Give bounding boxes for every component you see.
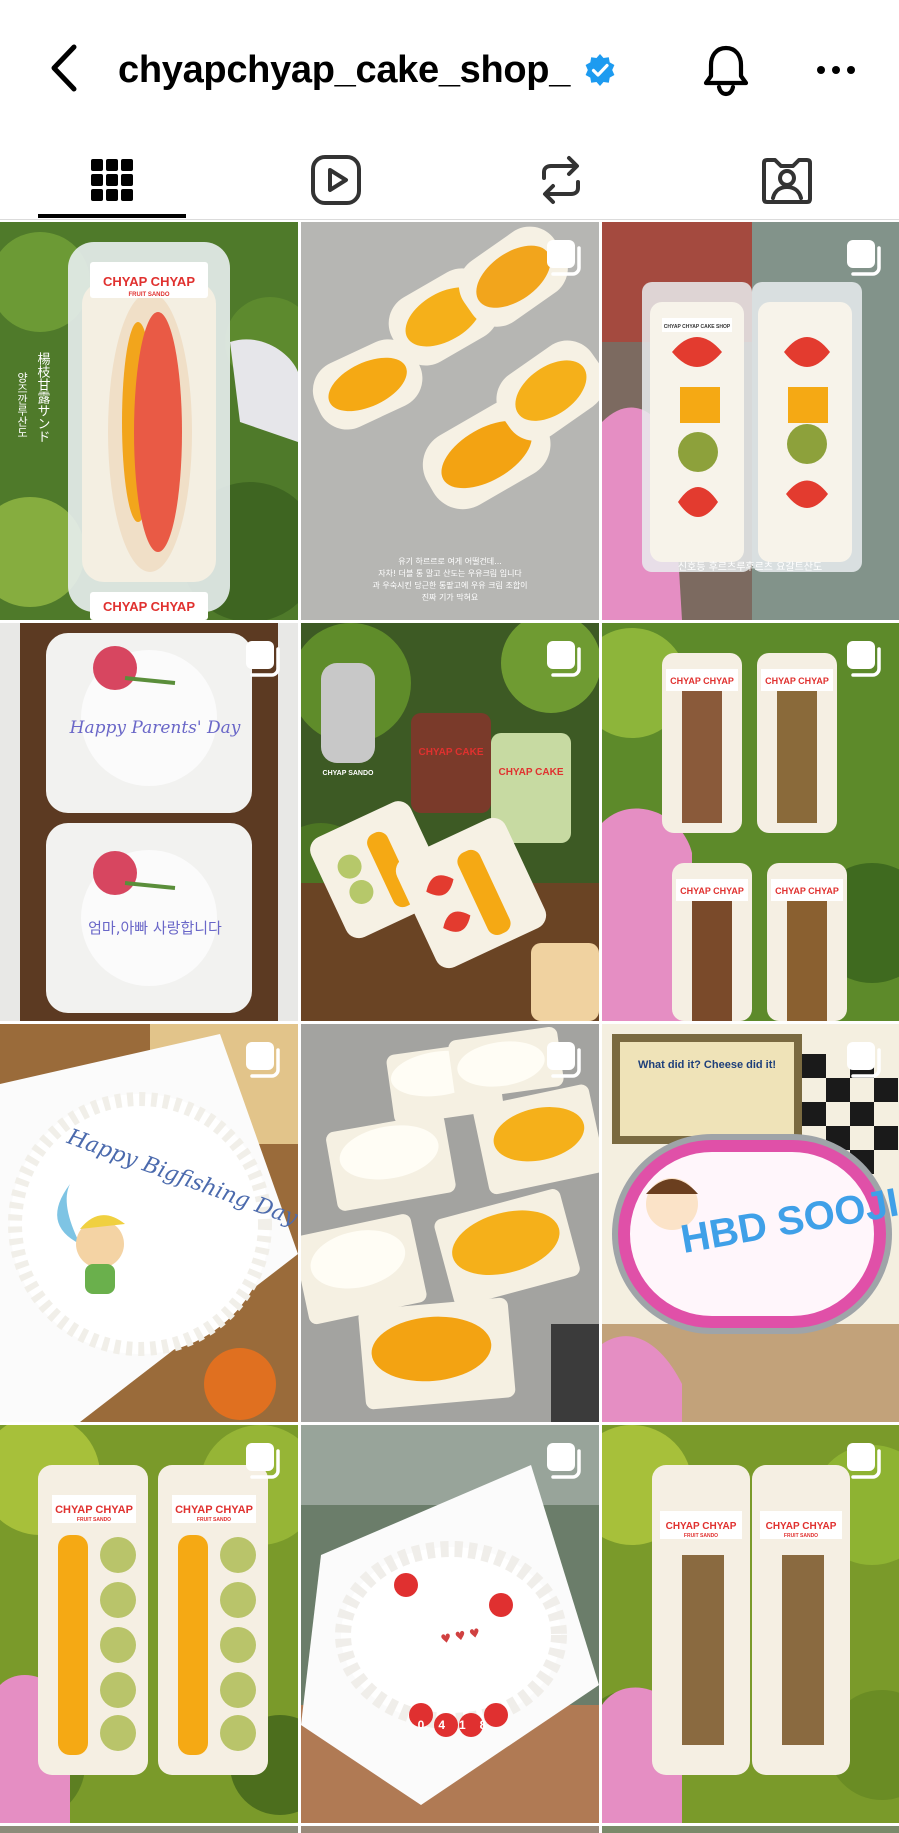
caption-line: 진짜 기가 막혀요 — [422, 592, 479, 602]
post-image: 유기 하르르로 여게 어떨건데... 자차! 더블 통 말고 산도는 우유크림 … — [301, 222, 599, 620]
brand-label-bottom: CHYAP CHYAP — [103, 599, 195, 614]
post-thumbnail[interactable]: Happy Parents' Day 엄마,아빠 사랑합니다 — [0, 623, 298, 1021]
brand-label: CHYAP CHYAP — [765, 676, 829, 686]
brand-sub-label: FRUIT SANDO — [197, 1517, 231, 1523]
brand-label: CHYAP CHYAP — [103, 274, 195, 289]
username-text: chyapchyap_cake_shop_ — [118, 48, 571, 91]
brand-label: CHYAP CHYAP — [680, 886, 744, 896]
caption-line: 자차! 더블 통 말고 산도는 우유크림 입니다 — [378, 568, 522, 578]
bell-icon — [703, 45, 749, 97]
sign-text: What did it? Cheese did it! — [638, 1059, 776, 1071]
more-horizontal-icon — [817, 66, 855, 74]
post-image: What did it? Cheese did it! HBD SOOJI — [602, 1024, 899, 1422]
post-thumbnail[interactable]: What did it? Cheese did it! HBD SOOJI — [602, 1024, 899, 1422]
multi-photo-icon — [847, 641, 881, 677]
post-thumbnail[interactable]: Happy Bigfishing Day — [0, 1024, 298, 1422]
multi-photo-icon — [547, 1443, 581, 1479]
brand-sub-label: FRUIT SANDO — [129, 292, 170, 298]
side-text-korean: 양즈깐루산도 — [16, 372, 29, 438]
post-image: Happy Parents' Day 엄마,아빠 사랑합니다 — [0, 623, 298, 1021]
tab-grid[interactable] — [37, 140, 187, 220]
brand-sub-label: FRUIT SANDO — [684, 1533, 718, 1539]
multi-photo-icon — [547, 240, 581, 276]
brand-label: CHYAP CHYAP — [766, 1521, 837, 1532]
post-thumbnail[interactable] — [301, 1024, 599, 1422]
side-text: 楊枝甘露サンド — [35, 351, 51, 443]
tabs-divider — [0, 219, 899, 220]
multi-photo-icon — [547, 641, 581, 677]
profile-header: chyapchyap_cake_shop_ — [0, 0, 899, 140]
profile-tabs — [0, 140, 899, 220]
brand-label: CHYAP CHYAP — [666, 1521, 737, 1532]
post-thumbnail-partial[interactable] — [0, 1826, 298, 1833]
post-thumbnail[interactable]: CHYAP CHYAP CHYAP CHYAP CHYAP CHYAP CHYA… — [602, 623, 899, 1021]
post-image: Happy Bigfishing Day — [0, 1024, 298, 1422]
grid-icon — [91, 159, 133, 201]
multi-photo-icon — [246, 1443, 280, 1479]
more-options-button[interactable] — [808, 40, 864, 100]
back-button[interactable] — [40, 38, 90, 98]
brand-label: CHYAP CHYAP — [55, 1504, 133, 1516]
post-thumbnail[interactable]: CHYAP CHYAP FRUIT SANDO CHYAP CHYAP FRUI… — [0, 1425, 298, 1823]
repost-icon — [542, 156, 580, 204]
brand-sub-label: FRUIT SANDO — [784, 1533, 818, 1539]
multi-photo-icon — [847, 240, 881, 276]
profile-title: chyapchyap_cake_shop_ — [118, 40, 618, 100]
cup-label: CHYAP CAKE — [418, 747, 483, 758]
caption-text: 신호등 후르츠루후르츠 요갈트산도 — [678, 560, 822, 573]
post-image — [301, 1024, 599, 1422]
post-thumbnail[interactable]: CHYAP CHYAP CAKE SHOP 신호등 후르츠루후르츠 요갈트산도 — [602, 222, 899, 620]
cake-message-korean: 엄마,아빠 사랑합니다 — [88, 919, 222, 937]
post-thumbnail[interactable]: 유기 하르르로 여게 어떨건데... 자차! 더블 통 말고 산도는 우유크림 … — [301, 222, 599, 620]
tab-reels[interactable] — [261, 140, 411, 220]
post-image: CHYAP CHYAP FRUIT SANDO CHYAP CHYAP FRUI… — [602, 1425, 899, 1823]
tagged-icon — [762, 158, 812, 204]
active-tab-indicator — [38, 214, 186, 218]
post-image: CHYAP CHYAP FRUIT SANDO CHYAP CHYAP FRUI… — [0, 1425, 298, 1823]
reels-icon — [311, 155, 361, 205]
multi-photo-icon — [847, 1443, 881, 1479]
post-thumbnail[interactable]: CHYAP CHYAP FRUIT SANDO CHYAP CHYAP FRUI… — [602, 1425, 899, 1823]
post-image: 0418 ♥ ♥ ♥ — [301, 1425, 599, 1823]
post-image: CHYAP CAKE CHYAP CAKE CHYAP SANDO — [301, 623, 599, 1021]
brand-sub-label: FRUIT SANDO — [77, 1517, 111, 1523]
tab-tagged[interactable] — [712, 140, 862, 220]
multi-photo-icon — [547, 1042, 581, 1078]
posts-grid: CHYAP CHYAP FRUIT SANDO CHYAP CHYAP 楊枝甘露… — [0, 222, 899, 1833]
chevron-left-icon — [51, 44, 77, 92]
multi-photo-icon — [847, 1042, 881, 1078]
post-thumbnail-partial[interactable] — [301, 1826, 599, 1833]
cup-label: CHYAP CAKE — [498, 767, 563, 778]
candle-numbers: 0418 — [418, 1718, 501, 1732]
caption-line: 유기 하르르로 여게 어떨건데... — [398, 556, 502, 566]
tab-reposts[interactable] — [486, 140, 636, 220]
post-image: CHYAP CHYAP CAKE SHOP 신호등 후르츠루후르츠 요갈트산도 — [602, 222, 899, 620]
multi-photo-icon — [246, 641, 280, 677]
caption-line: 과 우숙시킨 당근한 통팥고에 우유 크림 조합이 — [372, 580, 527, 590]
verified-badge-icon — [582, 52, 618, 88]
post-thumbnail[interactable]: CHYAP CAKE CHYAP CAKE CHYAP SANDO — [301, 623, 599, 1021]
post-image: CHYAP CHYAP FRUIT SANDO CHYAP CHYAP 楊枝甘露… — [0, 222, 298, 620]
tag-text: CHYAP SANDO — [323, 770, 375, 777]
post-thumbnail[interactable]: CHYAP CHYAP FRUIT SANDO CHYAP CHYAP 楊枝甘露… — [0, 222, 298, 620]
multi-photo-icon — [246, 1042, 280, 1078]
post-thumbnail[interactable]: 0418 ♥ ♥ ♥ — [301, 1425, 599, 1823]
cake-message: Happy Parents' Day — [69, 718, 241, 738]
post-image: CHYAP CHYAP CHYAP CHYAP CHYAP CHYAP CHYA… — [602, 623, 899, 1021]
brand-label: CHYAP CHYAP — [175, 1504, 253, 1516]
brand-label: CHYAP CHYAP — [670, 676, 734, 686]
post-thumbnail-partial[interactable] — [602, 1826, 899, 1833]
brand-label: CHYAP CHYAP CAKE SHOP — [664, 324, 731, 330]
brand-label: CHYAP CHYAP — [775, 886, 839, 896]
notifications-button[interactable] — [696, 40, 756, 100]
